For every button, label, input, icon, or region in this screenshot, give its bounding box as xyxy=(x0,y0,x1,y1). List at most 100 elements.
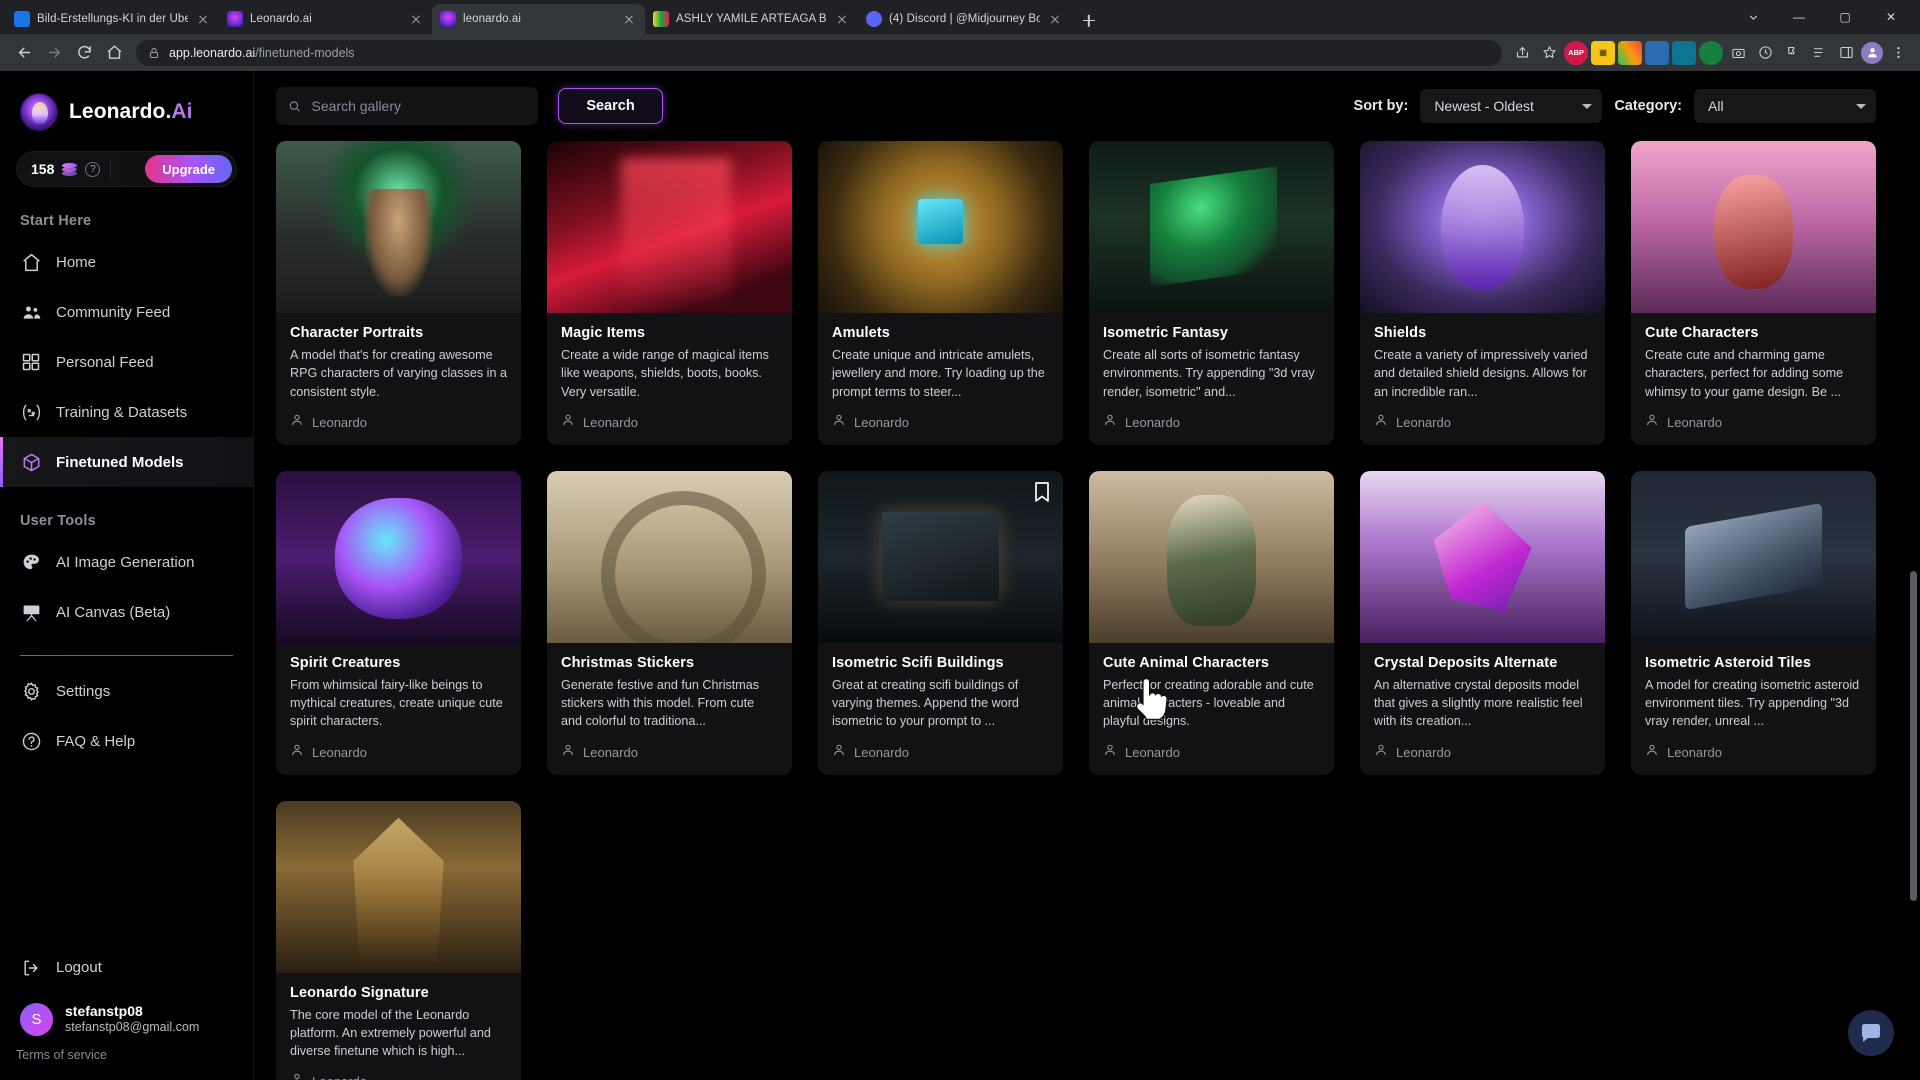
model-card[interactable]: Cute Animal Characters Perfect for creati… xyxy=(1089,470,1334,775)
address-bar[interactable]: app.leonardo.ai/finetuned-models xyxy=(136,39,1502,66)
model-card[interactable]: Cute Characters Create cute and charming … xyxy=(1631,141,1876,445)
home-icon-browser[interactable] xyxy=(100,39,128,67)
model-card-body: Leonardo Signature The core model of the … xyxy=(276,973,521,1061)
model-thumbnail[interactable] xyxy=(1631,470,1876,643)
sidebar-item-faq-help[interactable]: FAQ & Help xyxy=(0,716,253,766)
green-extension-icon[interactable] xyxy=(1699,40,1723,65)
bookmark-star-icon[interactable] xyxy=(1537,41,1561,65)
rainbow-icon[interactable] xyxy=(1618,40,1642,65)
clock-icon[interactable] xyxy=(1753,41,1777,65)
model-description: The core model of the Leonardo platform.… xyxy=(290,1007,491,1059)
close-icon[interactable] xyxy=(834,11,850,27)
sidebar-item-community-feed[interactable]: Community Feed xyxy=(0,287,253,337)
model-thumbnail[interactable] xyxy=(818,470,1063,643)
model-card[interactable]: Isometric Fantasy Create all sorts of iso… xyxy=(1089,141,1334,445)
window-search-button[interactable] xyxy=(1730,0,1776,34)
model-thumbnail[interactable] xyxy=(1089,141,1334,313)
sidebar-nav: Start Here Home Community Feed Personal Fee… xyxy=(0,187,253,637)
credits-help-icon[interactable]: ? xyxy=(85,161,101,177)
abp-icon[interactable]: ABP xyxy=(1564,40,1588,65)
search-field-wrapper[interactable] xyxy=(276,87,538,125)
profile-avatar-icon[interactable] xyxy=(1861,41,1883,64)
bookmark-icon[interactable] xyxy=(1033,481,1051,503)
support-chat-button[interactable] xyxy=(1848,1010,1894,1056)
browser-menu-icon[interactable] xyxy=(1886,41,1910,65)
browser-tab[interactable]: (4) Discord | @Midjourney Bot xyxy=(858,4,1071,34)
tab-title: ASHLY YAMILE ARTEAGA BLANQ xyxy=(676,13,827,25)
terms-of-service-link[interactable]: Terms of service xyxy=(0,1040,253,1072)
model-card[interactable]: Shields Create a variety of impressively … xyxy=(1360,141,1605,445)
model-card[interactable]: Spirit Creatures From whimsical fairy-lik… xyxy=(276,470,521,775)
user-profile[interactable]: S stefanstp08 stefanstp08@gmail.com xyxy=(0,993,253,1040)
model-thumbnail[interactable] xyxy=(276,470,521,643)
model-card[interactable]: Leonardo Signature The core model of the … xyxy=(276,800,521,1080)
teal-extension-icon[interactable] xyxy=(1672,40,1696,65)
close-icon[interactable] xyxy=(621,11,637,27)
model-title: Shields xyxy=(1374,325,1427,341)
browser-tab[interactable]: Leonardo.ai xyxy=(219,4,432,34)
model-thumbnail[interactable] xyxy=(1631,141,1876,313)
sidebar-item-ai-image-generation[interactable]: AI Image Generation xyxy=(0,537,253,587)
close-icon[interactable] xyxy=(195,11,211,27)
reload-icon[interactable] xyxy=(70,39,98,67)
page-scrollbar[interactable] xyxy=(1910,571,1917,901)
forward-icon[interactable] xyxy=(40,39,68,67)
sort-select[interactable]: Newest - Oldest xyxy=(1420,89,1603,123)
minimize-button[interactable]: — xyxy=(1776,0,1822,34)
upgrade-button[interactable]: Upgrade xyxy=(145,155,232,183)
model-card-body: Isometric Fantasy Create all sorts of iso… xyxy=(1089,313,1334,401)
model-thumbnail[interactable] xyxy=(818,141,1063,313)
new-tab-button[interactable] xyxy=(1075,6,1103,34)
model-card[interactable]: Crystal Deposits Alternate An alternative… xyxy=(1360,470,1605,775)
close-icon[interactable] xyxy=(1047,11,1063,27)
search-input[interactable] xyxy=(311,98,526,114)
browser-tab[interactable]: Bild-Erstellungs-KI in der Übersich xyxy=(6,4,219,34)
model-card[interactable]: Isometric Scifi Buildings Great at creati… xyxy=(818,470,1063,775)
back-icon[interactable] xyxy=(10,39,38,67)
category-select[interactable]: All xyxy=(1694,89,1876,123)
notes-icon[interactable]: ▦ xyxy=(1591,40,1615,65)
model-card[interactable]: Christmas Stickers Generate festive and f… xyxy=(547,470,792,775)
model-author: Leonardo xyxy=(1396,414,1451,430)
model-card[interactable]: Character Portraits A model that's for cr… xyxy=(276,141,521,445)
sidebar-item-finetuned-models[interactable]: Finetuned Models xyxy=(0,437,253,487)
sidebar-item-ai-canvas-beta[interactable]: AI Canvas (Beta) xyxy=(0,587,253,637)
camera-icon[interactable] xyxy=(1726,41,1750,65)
model-thumbnail[interactable] xyxy=(547,470,792,643)
maximize-button[interactable]: ▢ xyxy=(1822,0,1868,34)
brand-logo-row[interactable]: Leonardo.Ai xyxy=(0,71,253,131)
puzzle-icon[interactable] xyxy=(1780,41,1804,65)
sidebar-divider xyxy=(20,655,233,656)
share-icon[interactable] xyxy=(1510,41,1534,65)
model-thumbnail[interactable] xyxy=(547,141,792,313)
logout-item[interactable]: Logout xyxy=(0,943,253,993)
model-thumbnail[interactable] xyxy=(1360,470,1605,643)
sidebar-item-training-datasets[interactable]: Training & Datasets xyxy=(0,387,253,437)
browser-tab[interactable]: leonardo.ai xyxy=(432,4,645,34)
main-content: Search Sort by: Newest - Oldest Category… xyxy=(254,71,1920,1080)
credits-bar: 158 ? Upgrade xyxy=(16,151,237,187)
gear-icon xyxy=(20,680,42,702)
sidebar-item-settings[interactable]: Settings xyxy=(0,666,253,716)
model-thumbnail[interactable] xyxy=(276,800,521,973)
model-title: Isometric Fantasy xyxy=(1103,325,1228,341)
model-card[interactable]: Isometric Asteroid Tiles A model for crea… xyxy=(1631,470,1876,775)
close-button[interactable]: ✕ xyxy=(1868,0,1914,34)
model-thumbnail[interactable] xyxy=(1089,470,1334,643)
model-thumbnail[interactable] xyxy=(1360,141,1605,313)
search-button[interactable]: Search xyxy=(558,88,663,124)
model-thumbnail[interactable] xyxy=(276,141,521,313)
sidebar-item-personal-feed[interactable]: Personal Feed xyxy=(0,337,253,387)
wallet-icon[interactable] xyxy=(1645,40,1669,65)
sort-label: Sort by: xyxy=(1353,98,1409,114)
url-text: app.leonardo.ai/finetuned-models xyxy=(169,45,355,60)
reading-list-icon[interactable] xyxy=(1807,41,1831,65)
model-card[interactable]: Magic Items Create a wide range of magica… xyxy=(547,141,792,445)
close-icon[interactable] xyxy=(408,11,424,27)
model-author: Leonardo xyxy=(854,414,909,430)
sidebar-item-home[interactable]: Home xyxy=(0,237,253,287)
brand-name: Leonardo.Ai xyxy=(69,100,193,123)
side-panel-icon[interactable] xyxy=(1834,41,1858,65)
browser-tab[interactable]: ASHLY YAMILE ARTEAGA BLANQ xyxy=(645,4,858,34)
model-card[interactable]: Amulets Create unique and intricate amule… xyxy=(818,141,1063,445)
